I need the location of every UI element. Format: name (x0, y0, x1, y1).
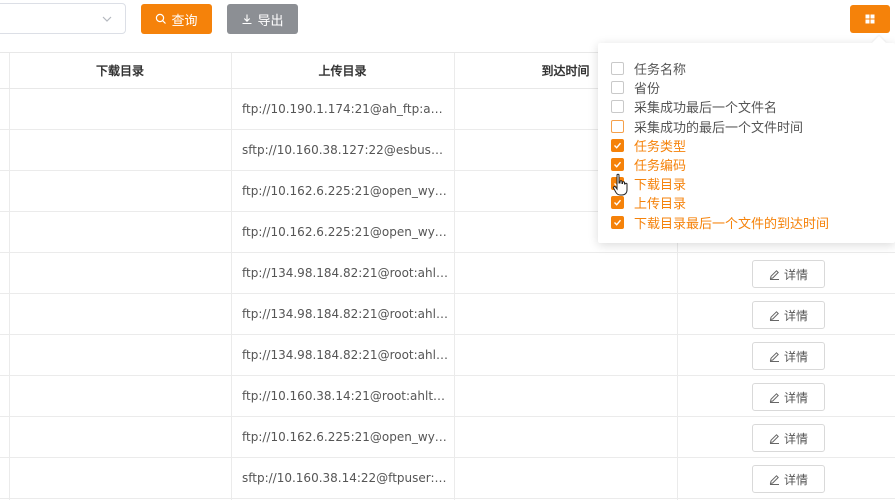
column-option-label: 采集成功最后一个文件名 (634, 101, 778, 117)
column-option-checkbox[interactable] (611, 215, 624, 229)
detail-button[interactable]: 详情 (752, 424, 825, 452)
column-option[interactable]: 下载目录最后一个文件的到达时间 (611, 213, 829, 232)
table-row: sftp://10.160.38.14:22@ftpuser:ft… 详情 (0, 458, 895, 499)
table-row: ftp://134.98.184.82:21@root:ahlt… 详情 (0, 294, 895, 335)
export-button-label: 导出 (257, 13, 284, 29)
edit-icon (769, 433, 779, 444)
filter-select[interactable] (0, 3, 126, 34)
column-option-checkbox[interactable] (611, 119, 624, 133)
upload-dir-cell: ftp://10.160.38.14:21@root:ahlt$… (242, 389, 448, 403)
check-icon (614, 200, 622, 207)
column-option-label: 下载目录最后一个文件的到达时间 (634, 216, 830, 232)
column-option[interactable]: 采集成功的最后一个文件时间 (611, 117, 803, 136)
column-option-label: 任务名称 (634, 63, 687, 78)
column-option[interactable]: 任务编码 (611, 155, 686, 174)
column-option-label: 下载目录 (634, 178, 687, 194)
query-button-label: 查询 (171, 13, 198, 29)
upload-dir-cell: ftp://10.190.1.174:21@ah_ftp:ahe… (242, 102, 448, 116)
upload-dir-cell: ftp://134.98.184.82:21@root:ahlt… (242, 307, 448, 321)
column-option-label: 任务编码 (634, 159, 687, 174)
chevron-down-icon (102, 16, 112, 22)
popup-arrow (871, 35, 887, 51)
column-option-checkbox[interactable] (611, 81, 624, 95)
column-option[interactable]: 采集成功最后一个文件名 (611, 97, 777, 116)
upload-dir-cell: ftp://10.162.6.225:21@open_wy_… (242, 430, 448, 444)
column-option-label: 采集成功的最后一个文件时间 (634, 120, 804, 136)
export-button[interactable]: 导出 (227, 4, 298, 34)
detail-button-label: 详情 (783, 390, 808, 405)
table-row: ftp://134.98.184.82:21@root:ahlt… 详情 (0, 335, 895, 376)
upload-dir-cell: ftp://134.98.184.82:21@root:ahlt… (242, 348, 448, 362)
column-option-checkbox[interactable] (611, 100, 624, 114)
column-option-label: 上传目录 (634, 197, 687, 213)
upload-dir-cell: sftp://10.160.38.14:22@ftpuser:ft… (242, 471, 448, 485)
column-option-label: 省份 (634, 82, 661, 98)
check-icon (614, 219, 622, 226)
grid-icon (865, 14, 875, 24)
table-row: ftp://134.98.184.82:21@root:ahlt… 详情 (0, 253, 895, 294)
upload-dir-cell: ftp://10.162.6.225:21@open_wy_… (242, 225, 448, 239)
upload-dir-cell: sftp://10.160.38.127:22@esbuser:… (242, 143, 448, 157)
table-row: ftp://10.162.6.225:21@open_wy_… 详情 (0, 417, 895, 458)
hand-cursor-icon (612, 173, 628, 196)
upload-dir-cell: ftp://10.162.6.225:21@open_wy_… (242, 184, 448, 198)
detail-button-label: 详情 (783, 431, 808, 446)
edit-icon (769, 474, 779, 485)
search-icon (156, 13, 167, 24)
edit-icon (769, 392, 779, 403)
column-option-label: 任务类型 (634, 139, 687, 155)
column-header-download-dir[interactable]: 下载目录 (9, 53, 231, 89)
column-picker-popup: 任务名称省份采集成功最后一个文件名采集成功的最后一个文件时间 任务类型任务编码下载… (598, 35, 895, 243)
detail-button[interactable]: 详情 (752, 342, 825, 370)
detail-button[interactable]: 详情 (752, 383, 825, 411)
column-option-checkbox[interactable] (611, 158, 624, 171)
detail-button-label: 详情 (783, 472, 808, 487)
table-row: ftp://10.160.38.14:21@root:ahlt$… 详情 (0, 376, 895, 417)
detail-button[interactable]: 详情 (752, 465, 825, 493)
column-option-checkbox[interactable] (611, 196, 624, 210)
column-settings-button[interactable] (850, 5, 890, 33)
column-option-checkbox[interactable] (611, 138, 624, 152)
detail-button[interactable]: 详情 (752, 301, 825, 329)
upload-dir-cell: ftp://134.98.184.82:21@root:ahlt… (242, 266, 448, 280)
detail-button-label: 详情 (783, 267, 808, 282)
check-icon (614, 142, 622, 149)
detail-button-label: 详情 (783, 308, 808, 323)
download-icon (242, 14, 252, 25)
query-button[interactable]: 查询 (141, 4, 212, 34)
detail-button[interactable]: 详情 (752, 260, 825, 288)
check-icon (614, 161, 622, 168)
column-option[interactable]: 省份 (611, 78, 660, 97)
column-header-upload-dir[interactable]: 上传目录 (231, 53, 454, 89)
column-option[interactable]: 任务名称 (611, 59, 686, 78)
detail-button-label: 详情 (783, 349, 808, 364)
column-option-checkbox[interactable] (611, 62, 624, 75)
edit-icon (769, 351, 779, 362)
edit-icon (769, 310, 779, 321)
column-option[interactable]: 任务类型 (611, 136, 686, 155)
edit-icon (769, 269, 779, 280)
